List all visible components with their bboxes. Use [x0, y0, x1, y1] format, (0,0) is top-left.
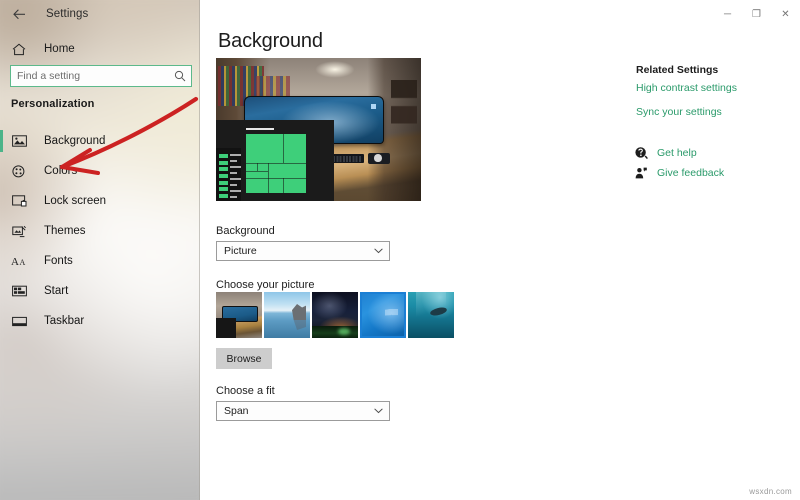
chevron-down-icon: [367, 408, 389, 414]
app-title: Settings: [46, 8, 89, 20]
sidebar-item-themes[interactable]: Themes: [0, 220, 200, 242]
selected-accent-bar: [0, 160, 3, 182]
background-section-label: Background: [216, 225, 275, 237]
preview-monitor-logo: [371, 104, 376, 109]
thumbnail-windows-blue[interactable]: [360, 292, 406, 338]
search-icon[interactable]: [171, 70, 191, 82]
picture-icon: [4, 135, 34, 147]
sidebar-item-home[interactable]: Home: [0, 36, 200, 62]
sidebar-item-taskbar[interactable]: Taskbar: [0, 310, 200, 332]
preview-mouse: [374, 154, 382, 162]
search-input[interactable]: [11, 70, 171, 82]
watermark: wsxdn.com: [749, 487, 792, 496]
get-help-label: Get help: [657, 147, 697, 159]
thumbnail-night-sky[interactable]: [312, 292, 358, 338]
preview-wall-frames: [391, 80, 417, 138]
fit-dropdown[interactable]: Span: [216, 401, 390, 421]
sidebar-item-fonts[interactable]: A A Fonts: [0, 250, 200, 272]
sidebar-item-start[interactable]: Start: [0, 280, 200, 302]
sidebar-item-label: Fonts: [44, 255, 73, 267]
preview-app-list: [230, 154, 241, 198]
related-link-sync-settings[interactable]: Sync your settings: [636, 106, 722, 118]
start-menu-icon: [4, 285, 34, 297]
close-button[interactable]: ✕: [771, 0, 800, 28]
page-title: Background: [218, 30, 323, 52]
thumbnail-underwater[interactable]: [408, 292, 454, 338]
preview-tile-group: Aa: [246, 134, 306, 193]
related-link-high-contrast[interactable]: High contrast settings: [636, 82, 737, 94]
related-settings-title: Related Settings: [636, 64, 719, 76]
selected-accent-bar: [0, 250, 3, 272]
get-help-row[interactable]: Get help: [634, 146, 697, 160]
sidebar-item-label: Colors: [44, 165, 78, 177]
minimize-button[interactable]: ─: [713, 0, 742, 28]
sidebar-group-header: Personalization: [11, 98, 95, 110]
picture-thumbnails: [216, 292, 454, 338]
sidebar-item-label: Start: [44, 285, 69, 297]
back-arrow-icon[interactable]: [4, 1, 34, 27]
palette-icon: [4, 164, 34, 178]
selected-accent-bar: [0, 190, 3, 212]
thumbnail-beach-rock[interactable]: [264, 292, 310, 338]
titlebar-left: Settings: [0, 0, 200, 28]
selected-accent-bar: [0, 220, 3, 242]
sidebar-item-label: Lock screen: [44, 195, 107, 207]
fit-value: Span: [224, 405, 249, 417]
choose-picture-label: Choose your picture: [216, 279, 315, 291]
fonts-icon: A A: [4, 255, 34, 267]
home-icon: [4, 43, 34, 56]
sidebar-item-label: Themes: [44, 225, 86, 237]
selected-accent-bar: [0, 310, 3, 332]
feedback-person-icon: [634, 166, 648, 180]
sidebar-nav: Background Colors Lock screen Themes A A…: [0, 130, 200, 340]
svg-text:A: A: [11, 256, 19, 267]
background-preview: Aa: [216, 58, 421, 201]
sidebar-item-colors[interactable]: Colors: [0, 160, 200, 182]
background-type-dropdown[interactable]: Picture: [216, 241, 390, 261]
lock-screen-icon: [4, 195, 34, 207]
sidebar-item-label: Background: [44, 135, 106, 147]
thumbnail-desk-setup[interactable]: [216, 292, 262, 338]
svg-text:A: A: [20, 258, 26, 267]
preview-tile-grid: [246, 134, 306, 193]
search-box[interactable]: [10, 65, 192, 87]
sidebar-item-background[interactable]: Background: [0, 130, 200, 152]
taskbar-icon: [4, 316, 34, 327]
sidebar-item-lock-screen[interactable]: Lock screen: [0, 190, 200, 212]
themes-icon: [4, 225, 34, 238]
window-controls: ─ ❐ ✕: [713, 0, 800, 28]
sidebar-item-label: Taskbar: [44, 315, 85, 327]
maximize-button[interactable]: ❐: [742, 0, 771, 28]
preview-accent-tiles: [219, 154, 228, 198]
background-type-value: Picture: [224, 245, 257, 257]
selected-accent-bar: [0, 280, 3, 302]
choose-fit-label: Choose a fit: [216, 385, 275, 397]
settings-window: Settings Home Personalization: [0, 0, 800, 500]
preview-tiles-header: [246, 128, 274, 130]
chevron-down-icon: [367, 248, 389, 254]
give-feedback-label: Give feedback: [657, 167, 725, 179]
selected-accent-bar: [0, 130, 3, 152]
give-feedback-row[interactable]: Give feedback: [634, 166, 724, 180]
home-label: Home: [44, 43, 75, 55]
sidebar: Settings Home Personalization: [0, 0, 200, 500]
help-question-icon: [634, 146, 648, 160]
browse-button[interactable]: Browse: [216, 348, 272, 369]
